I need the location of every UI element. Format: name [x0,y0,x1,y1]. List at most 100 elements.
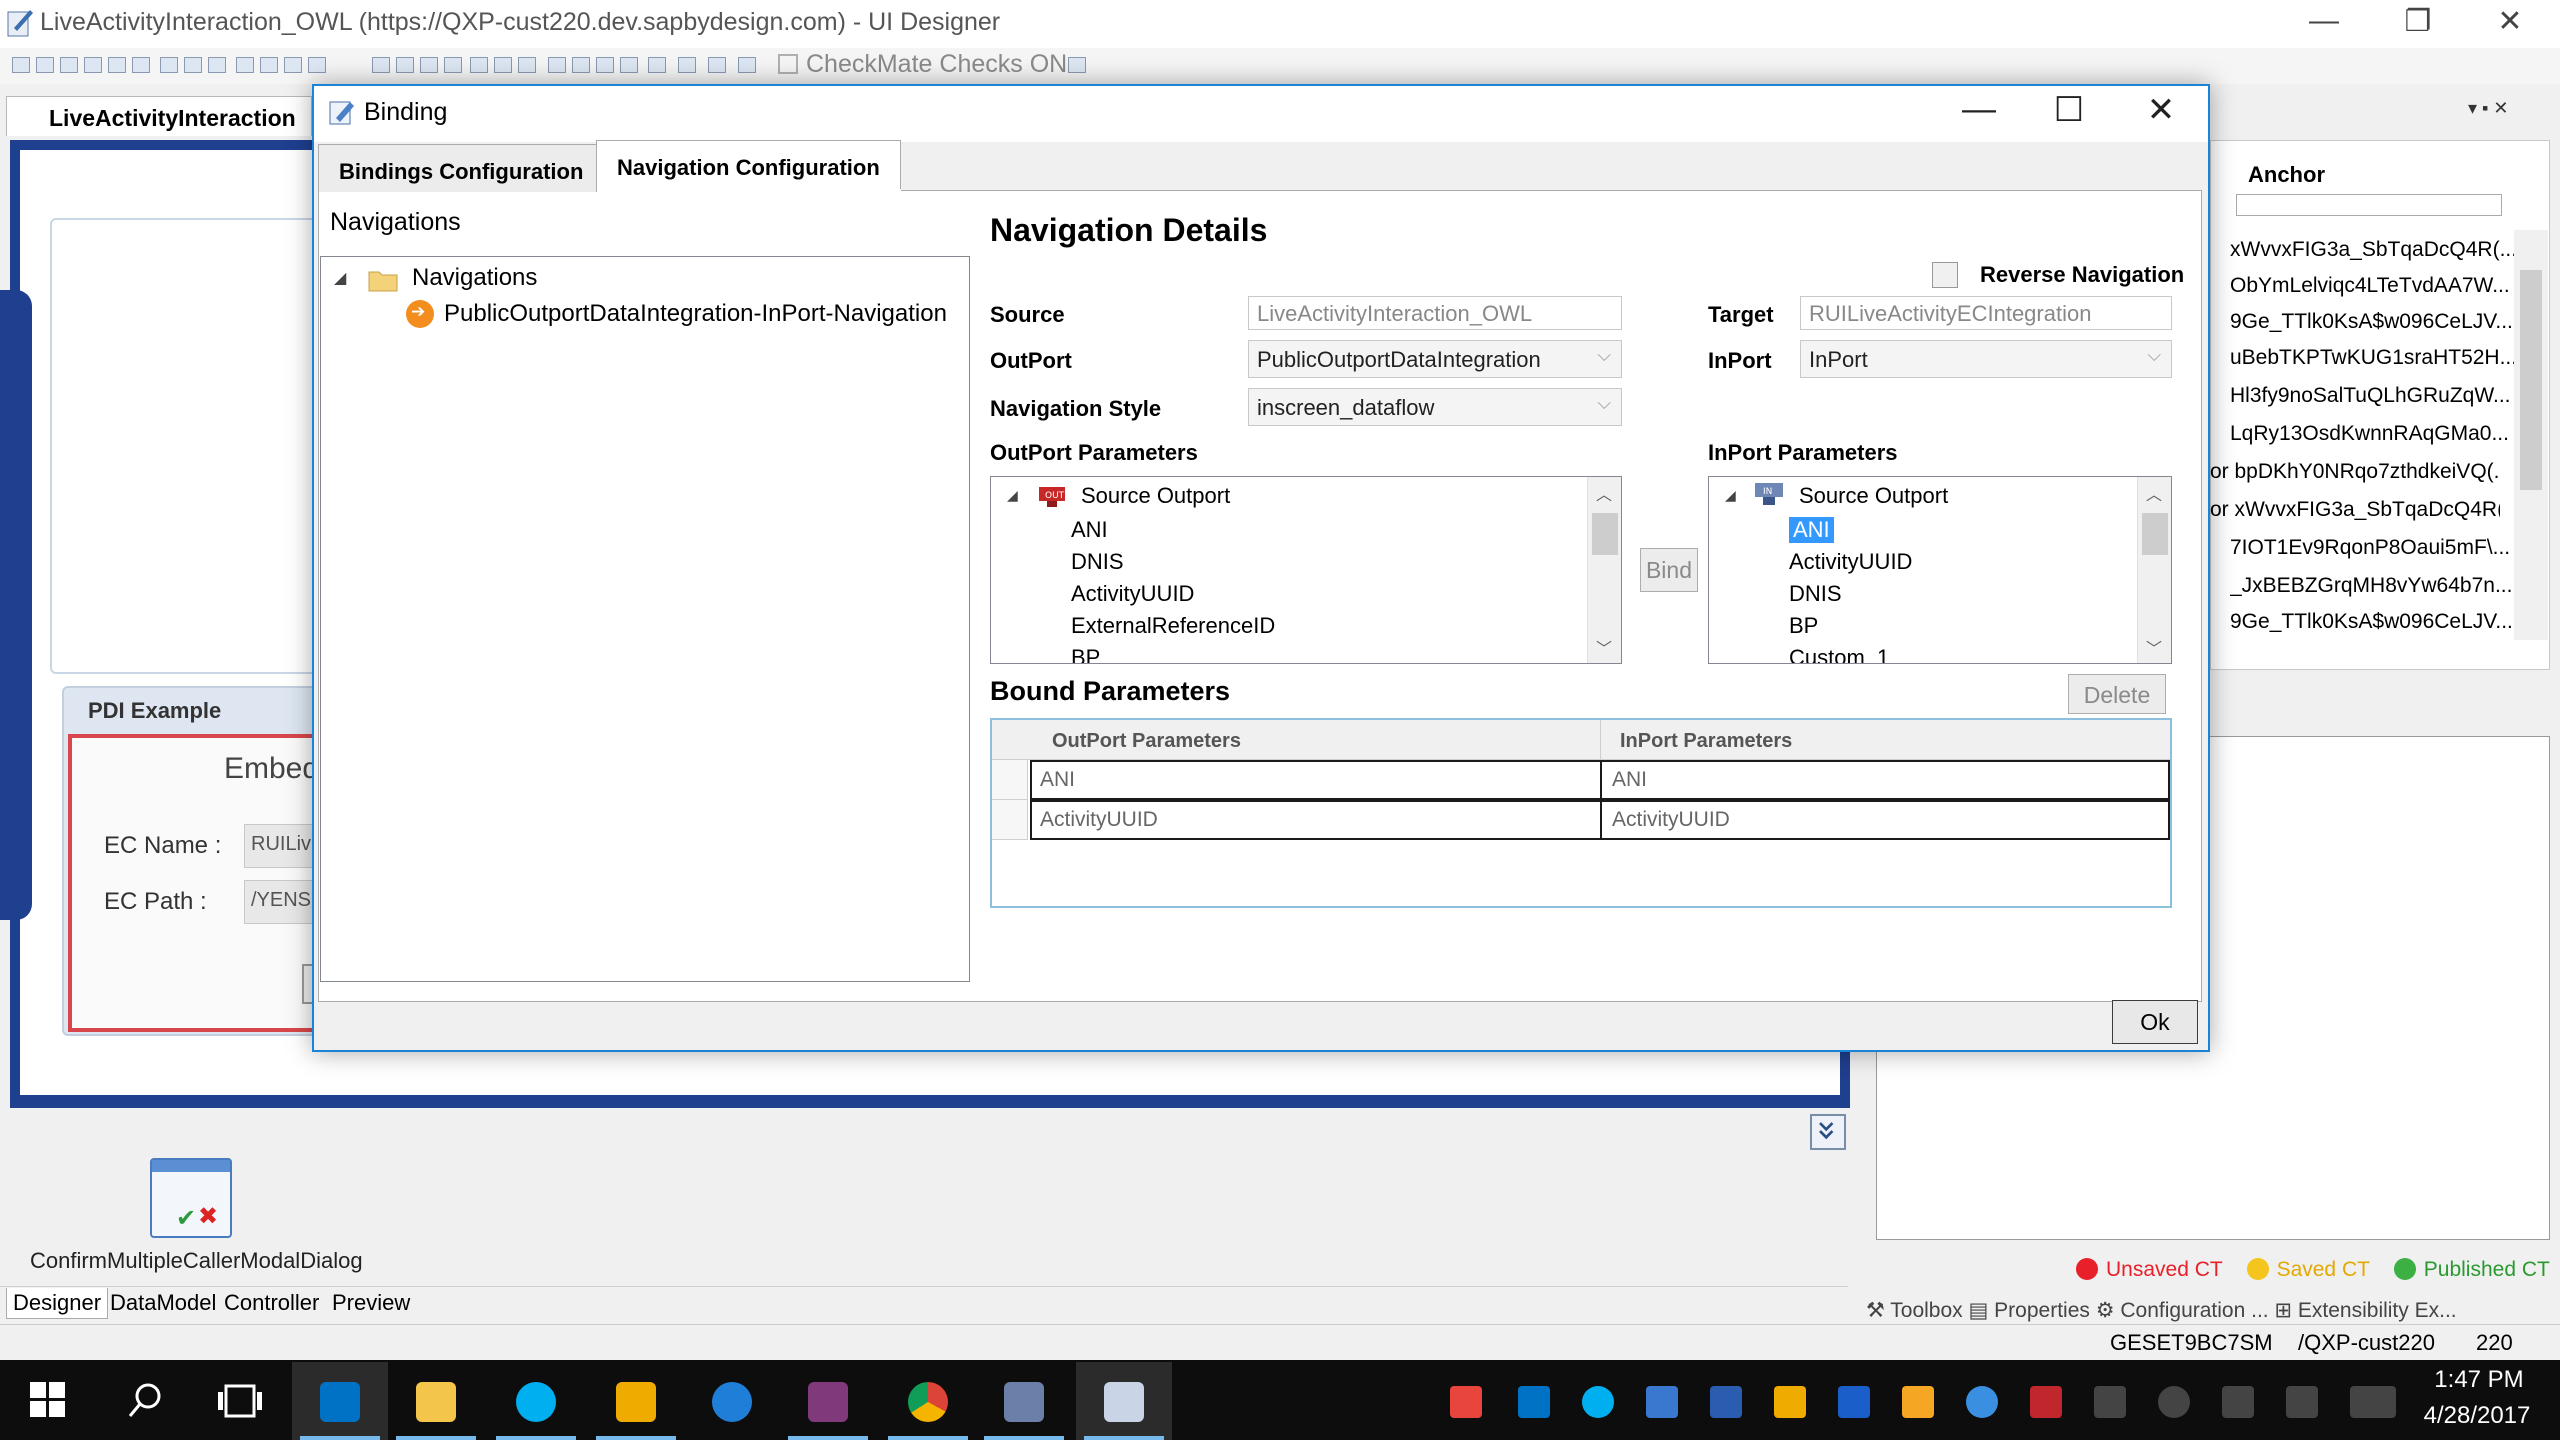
collapse-triangle-icon[interactable]: ◢ [334,268,346,288]
bind-button[interactable]: Bind [1640,548,1698,592]
cut-icon[interactable] [160,57,178,73]
outport-param-item[interactable]: ActivityUUID [1071,581,1194,607]
edit-icon[interactable] [108,57,126,73]
inport-root-label[interactable]: Source Outport [1799,483,1948,509]
outport-select[interactable]: PublicOutportDataIntegration ⌵ [1248,340,1622,378]
new-icon[interactable] [12,57,30,73]
navigations-tree[interactable] [320,256,970,982]
run-icon[interactable] [738,57,756,73]
add-icon[interactable] [396,57,414,73]
inport-param-item[interactable]: ActivityUUID [1789,549,1912,575]
panel-pin-controls[interactable]: ▾ ▪ ✕ [2468,98,2509,119]
wifi-icon[interactable] [2158,1386,2190,1418]
outport-param-item[interactable]: BP [1071,645,1100,663]
anchor-row[interactable]: uBebTKPTwKUG1sraHT52H... [2230,346,2520,370]
format-icon[interactable] [236,57,254,73]
reverse-navigation-checkbox[interactable] [1932,262,1958,288]
print-icon[interactable] [84,57,102,73]
shield-icon[interactable] [1710,1386,1742,1418]
open-icon[interactable] [494,57,512,73]
modal-dialog-label[interactable]: ConfirmMultipleCallerModalDialog [30,1248,363,1274]
target-field[interactable]: RUILiveActivityECIntegration [1800,296,2172,330]
battery-icon[interactable] [2094,1386,2126,1418]
main-minimize-button[interactable]: — [2294,4,2354,38]
grid-header-outport[interactable]: OutPort Parameters [1052,730,1241,753]
notification-icon[interactable] [2286,1386,2318,1418]
delete-button[interactable]: Delete [2068,674,2166,714]
source-field[interactable]: LiveActivityInteraction_OWL [1248,296,1622,330]
lock-icon[interactable] [1068,57,1086,73]
inport-param-item[interactable]: Custom_1 [1789,645,1889,663]
sap-icon[interactable] [588,1362,684,1440]
dialog-close-button[interactable]: ✕ [2126,90,2196,130]
grid-cell-outport[interactable]: ActivityUUID [1032,802,1166,838]
binding-icon[interactable] [1076,1362,1172,1440]
dialog-maximize-button[interactable]: ☐ [2034,90,2104,130]
outport-root-label[interactable]: Source Outport [1081,483,1230,509]
tab-preview[interactable]: Preview [326,1288,416,1318]
anchor-row[interactable]: 9Ge_TTlk0KsA$w096CeLJV... [2230,610,2520,634]
sap-tray-icon[interactable] [1774,1386,1806,1418]
outport-param-item[interactable]: ANI [1071,517,1108,543]
grid-cell-inport[interactable]: ActivityUUID [1604,802,1738,838]
tab-controller[interactable]: Controller [218,1288,325,1318]
checkmate-toggle[interactable]: CheckMate Checks ON [778,50,1067,79]
anchor-row[interactable]: _JxBEBZGrqMH8vYw64b7n... [2230,574,2520,598]
ui-designer-icon[interactable] [976,1362,1072,1440]
outport-list-scrollbar[interactable]: ︿ ﹀ [1587,477,1621,663]
anchor-scrollbar[interactable] [2514,230,2548,640]
outport-parameters-list[interactable]: ◢ OUT Source Outport ANI DNIS ActivityUU… [990,476,1622,664]
skype-icon[interactable] [488,1362,584,1440]
anchor-filter-input[interactable] [2236,194,2502,216]
navigation-style-select[interactable]: inscreen_dataflow ⌵ [1248,388,1622,426]
inport-param-item-selected[interactable]: ANI [1789,517,1834,543]
view-icon[interactable] [444,57,462,73]
phone-icon[interactable] [1902,1386,1934,1418]
tab-datamodel[interactable]: DataModel [104,1288,222,1318]
outlook-tray-icon[interactable] [1518,1386,1550,1418]
dialog-minimize-button[interactable]: — [1944,90,2014,129]
anchor-row[interactable]: ObYmLelviqc4LTeTvdAA7W... [2230,274,2520,298]
network-apps-icon[interactable] [1646,1386,1678,1418]
anchor-row[interactable]: or bpDKhY0NRqo7zthdkeiVQ(... [2210,460,2500,484]
hierarchy-icon[interactable] [596,57,614,73]
navigation-item-label[interactable]: PublicOutportDataIntegration-InPort-Navi… [444,300,947,328]
search-icon[interactable] [96,1362,192,1440]
tree-root-label[interactable]: Navigations [412,264,537,292]
layout-icon[interactable] [372,57,390,73]
save-all-icon[interactable] [60,57,78,73]
main-close-button[interactable]: ✕ [2480,4,2540,39]
outlook-icon[interactable] [292,1362,388,1440]
modal-dialog-icon[interactable]: ✔ ✖ [150,1158,232,1238]
document-icon[interactable] [470,57,488,73]
mcafee-icon[interactable] [2030,1386,2062,1418]
snagit-icon[interactable] [1450,1386,1482,1418]
copy-icon[interactable] [184,57,202,73]
row-header-cell[interactable] [992,760,1028,800]
deploy-icon[interactable] [708,57,726,73]
bind-icon[interactable] [620,57,638,73]
row-header-cell[interactable] [992,800,1028,840]
anchor-row[interactable]: 9Ge_TTlk0KsA$w096CeLJV... [2230,310,2520,334]
anchor-row[interactable]: or xWvvxFIG3a_SbTqaDcQ4R(... [2210,498,2500,522]
clean-icon[interactable] [518,57,536,73]
security-check-icon[interactable] [1838,1386,1870,1418]
filter-icon[interactable] [678,57,696,73]
tab-designer[interactable]: Designer [6,1288,109,1319]
grid-cell-inport[interactable]: ANI [1604,762,1655,798]
table-row[interactable]: ActivityUUID ActivityUUID [1030,800,2170,840]
anchor-row[interactable]: 7IOT1Ev9RqonP8Oaui5mF\... [2230,536,2520,560]
checkmate-checkbox[interactable] [778,54,798,74]
grid-header-inport[interactable]: InPort Parameters [1620,730,1792,753]
ok-button[interactable]: Ok [2112,1000,2198,1044]
main-restore-button[interactable]: ❐ [2388,4,2448,39]
inport-list-scrollbar[interactable]: ︿ ﹀ [2137,477,2171,663]
right-panel-tabs[interactable]: ⚒ Toolbox ▤ Properties ⚙ Configuration .… [1866,1298,2560,1322]
inport-parameters-list[interactable]: ◢ IN Source Outport ANI ActivityUUID DNI… [1708,476,2172,664]
onenote-icon[interactable] [780,1362,876,1440]
chrome-icon[interactable] [880,1362,976,1440]
align-icon[interactable] [548,57,566,73]
anchor-row[interactable]: Hl3fy9noSalTuQLhGRuZqW... [2230,384,2520,408]
grid-cell-outport[interactable]: ANI [1032,762,1083,798]
check-icon[interactable] [260,57,278,73]
